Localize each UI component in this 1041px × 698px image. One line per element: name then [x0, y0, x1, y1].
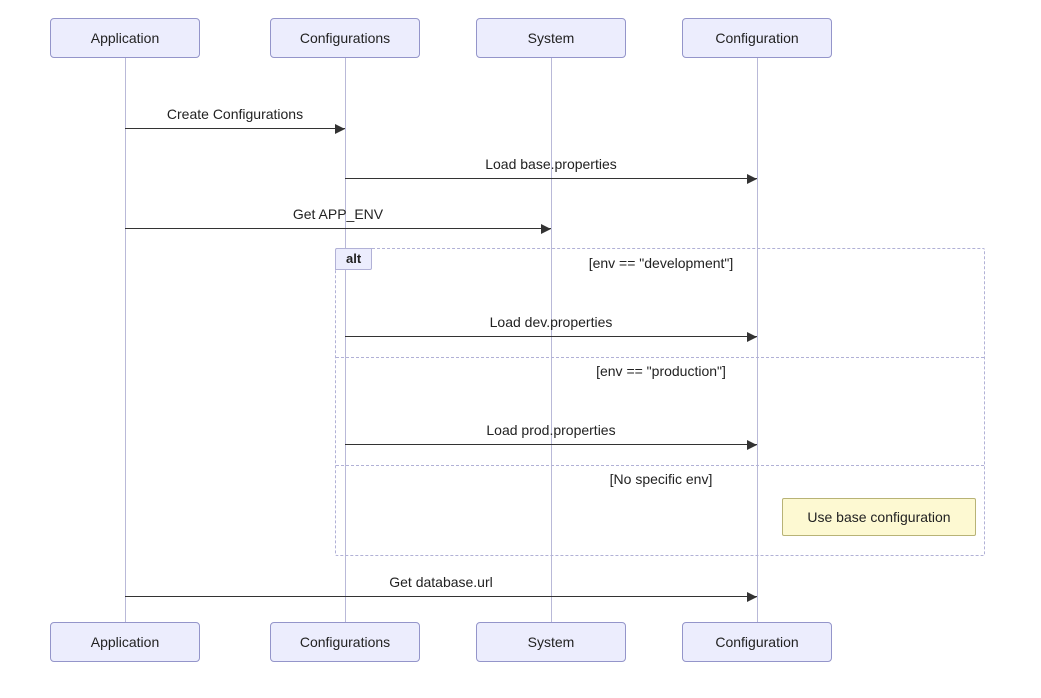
participant-configurations-header: Configurations	[270, 18, 420, 58]
participant-application-header: Application	[50, 18, 200, 58]
alt-guard: [env == "production"]	[541, 363, 781, 379]
arrowhead-icon	[335, 124, 345, 134]
message-line-m3	[125, 228, 551, 229]
arrowhead-icon	[747, 440, 757, 450]
message-label-m2: Load base.properties	[345, 156, 757, 172]
arrowhead-icon	[747, 174, 757, 184]
message-label-m1: Create Configurations	[125, 106, 345, 122]
message-line-m2	[345, 178, 757, 179]
participant-label: Configuration	[715, 30, 798, 46]
alt-divider	[336, 465, 984, 466]
arrowhead-icon	[747, 332, 757, 342]
participant-label: System	[528, 30, 575, 46]
participant-application-footer: Application	[50, 622, 200, 662]
note-use-base-configuration: Use base configuration	[782, 498, 976, 536]
alt-tag-label: alt	[335, 248, 372, 270]
participant-label: Configurations	[300, 30, 390, 46]
participant-configuration-footer: Configuration	[682, 622, 832, 662]
message-line-m4	[345, 336, 757, 337]
lifeline-application	[125, 58, 126, 622]
participant-configuration-header: Configuration	[682, 18, 832, 58]
message-label-m6: Get database.url	[125, 574, 757, 590]
participant-label: Configurations	[300, 634, 390, 650]
note-text: Use base configuration	[807, 509, 950, 525]
participant-label: Application	[91, 30, 160, 46]
message-line-m6	[125, 596, 757, 597]
message-label-m3: Get APP_ENV	[125, 206, 551, 222]
sequence-diagram: Application Configurations System Configura…	[0, 0, 1041, 698]
message-label-m4: Load dev.properties	[345, 314, 757, 330]
participant-system-header: System	[476, 18, 626, 58]
message-label-m5: Load prod.properties	[345, 422, 757, 438]
alt-guard: [env == "development"]	[541, 255, 781, 271]
participant-system-footer: System	[476, 622, 626, 662]
participant-label: Application	[91, 634, 160, 650]
arrowhead-icon	[747, 592, 757, 602]
participant-label: System	[528, 634, 575, 650]
message-line-m5	[345, 444, 757, 445]
arrowhead-icon	[541, 224, 551, 234]
alt-divider	[336, 357, 984, 358]
alt-guard: [No specific env]	[541, 471, 781, 487]
message-line-m1	[125, 128, 345, 129]
participant-label: Configuration	[715, 634, 798, 650]
participant-configurations-footer: Configurations	[270, 622, 420, 662]
